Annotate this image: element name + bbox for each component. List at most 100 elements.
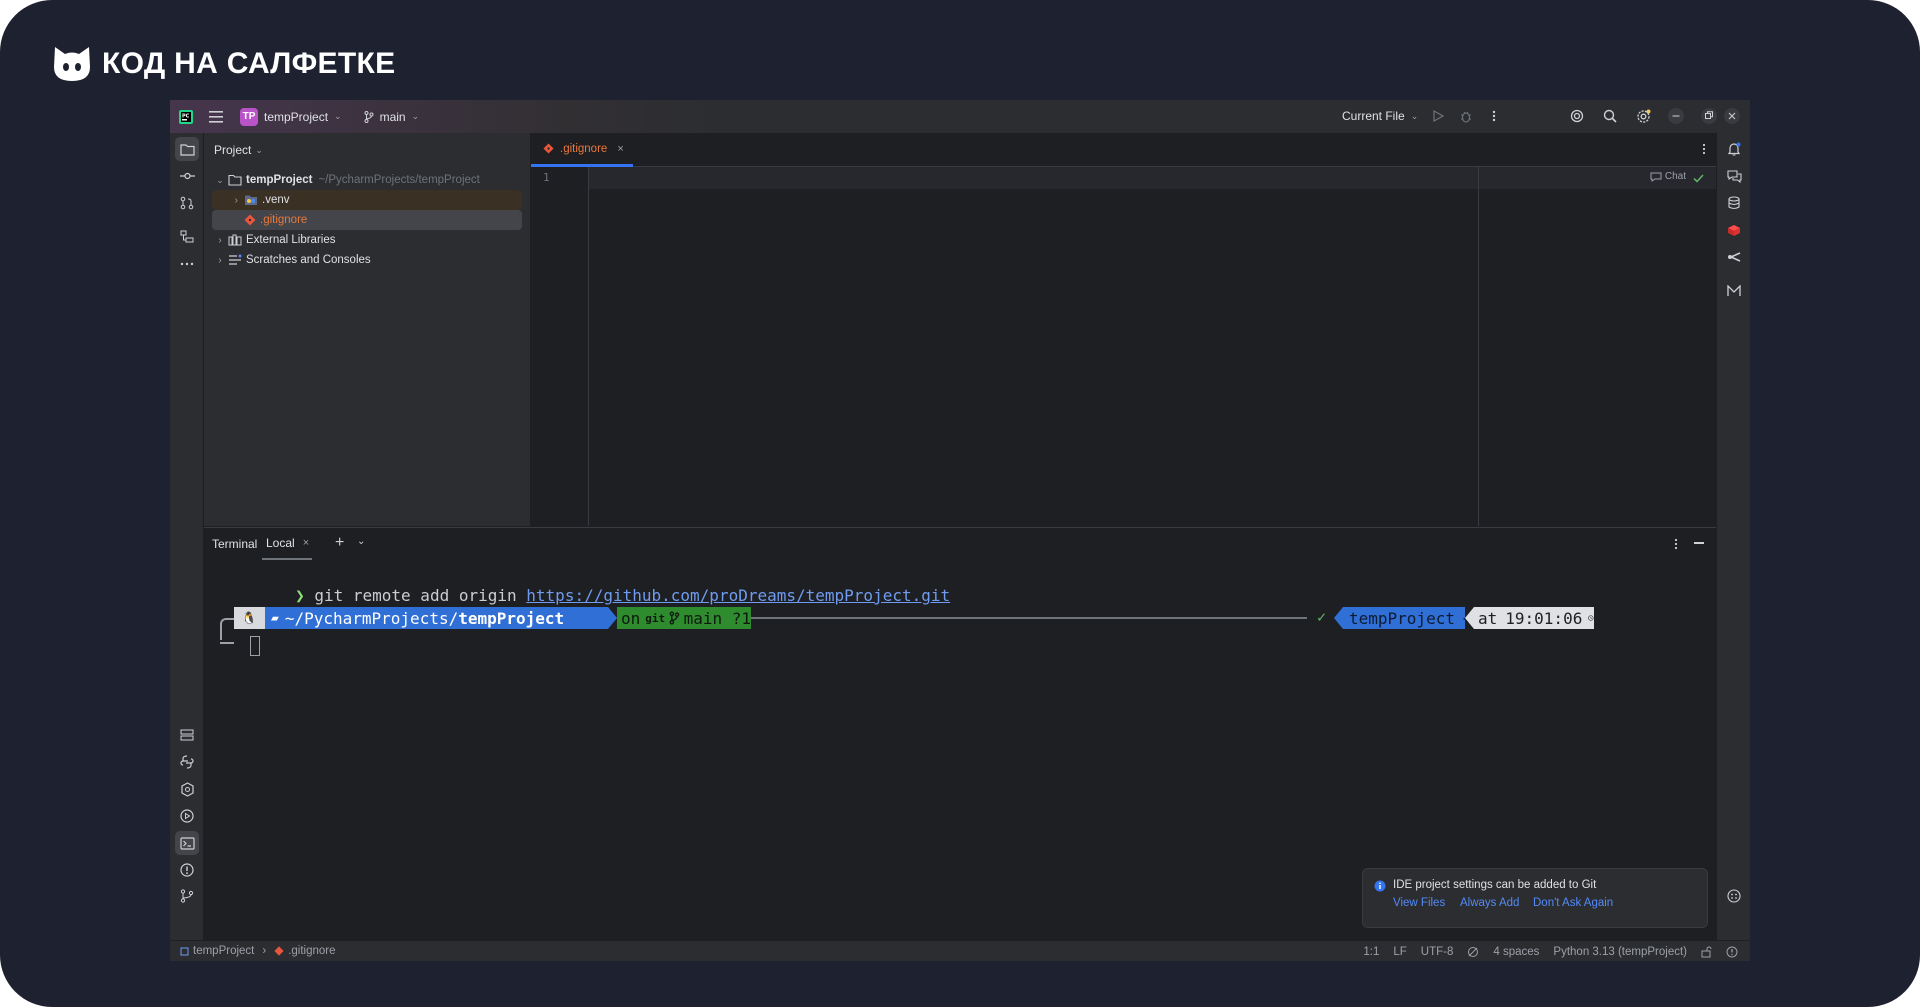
prompt-git-segment: on git main ?1 bbox=[617, 607, 751, 629]
branch-icon bbox=[364, 110, 374, 123]
close-tab-icon[interactable]: × bbox=[303, 537, 309, 549]
indent-setting[interactable]: 4 spaces bbox=[1493, 946, 1539, 958]
line-gutter: 1 bbox=[531, 167, 589, 526]
line-separator[interactable]: LF bbox=[1393, 946, 1406, 958]
dont-ask-again-link[interactable]: Don't Ask Again bbox=[1533, 897, 1613, 909]
caret-position[interactable]: 1:1 bbox=[1363, 946, 1379, 958]
structure-icon[interactable] bbox=[175, 225, 199, 249]
folder-open-icon: ▰ bbox=[271, 610, 279, 626]
project-tool-folder-icon[interactable] bbox=[175, 137, 199, 161]
feedback-smiley-icon[interactable] bbox=[1722, 884, 1746, 908]
chevron-right-icon[interactable]: › bbox=[212, 195, 244, 206]
project-switcher[interactable]: TP tempProject ⌄ bbox=[240, 107, 342, 126]
brand: КОД НА САЛФЕТКЕ bbox=[52, 44, 395, 84]
git-tool-icon[interactable] bbox=[175, 884, 199, 908]
chevron-expanded-icon[interactable]: ⌄ bbox=[212, 175, 228, 186]
ai-status-icon[interactable] bbox=[1467, 946, 1479, 958]
ai-chat-icon[interactable] bbox=[1722, 164, 1746, 188]
debug-icon[interactable] bbox=[1454, 104, 1478, 128]
breadcrumb-project[interactable]: tempProject bbox=[193, 945, 254, 957]
endpoints-icon[interactable] bbox=[1722, 245, 1746, 269]
terminal-header: Terminal Local × + ⌄ bbox=[204, 528, 1716, 560]
chat-bubble-icon bbox=[1650, 172, 1662, 182]
git-file-icon bbox=[244, 214, 256, 226]
tab-more-icon[interactable] bbox=[1702, 143, 1706, 158]
file-encoding[interactable]: UTF-8 bbox=[1421, 946, 1454, 958]
os-linux-icon: 🐧 bbox=[234, 607, 264, 629]
info-icon bbox=[1374, 880, 1386, 892]
terminal-title: Terminal bbox=[212, 537, 258, 551]
tree-item-external-libraries[interactable]: › External Libraries bbox=[212, 230, 522, 250]
brand-name: КОД НА САЛФЕТКЕ bbox=[102, 47, 396, 80]
tree-item-root[interactable]: ⌄ tempProject ~/PycharmProjects/tempProj… bbox=[212, 170, 522, 190]
python-packages-icon[interactable] bbox=[175, 750, 199, 774]
notifications-bell-icon[interactable] bbox=[1722, 137, 1746, 161]
status-bar-widgets: 1:1 LF UTF-8 4 spaces Python 3.13 (tempP… bbox=[1363, 941, 1738, 961]
project-panel-title[interactable]: Project ⌄ bbox=[214, 143, 263, 157]
tree-item-scratches[interactable]: › Scratches and Consoles bbox=[212, 250, 522, 270]
git-file-icon bbox=[543, 143, 554, 154]
unlock-icon[interactable] bbox=[1701, 946, 1712, 958]
run-tool-icon[interactable] bbox=[175, 804, 199, 828]
problems-icon[interactable] bbox=[175, 858, 199, 882]
editor-tab-gitignore[interactable]: .gitignore × bbox=[531, 133, 633, 167]
always-add-link[interactable]: Always Add bbox=[1460, 897, 1519, 909]
more-tools-icon[interactable] bbox=[175, 252, 199, 276]
screenshot-frame: КОД НА САЛФЕТКЕ PC TP tempProject ⌄ main… bbox=[0, 0, 1920, 1007]
prompt-path-segment: ▰ ~/PycharmProjects/tempProject bbox=[264, 607, 608, 629]
python-console-icon[interactable] bbox=[175, 777, 199, 801]
title-bar: PC TP tempProject ⌄ main ⌄ Current File … bbox=[170, 100, 1750, 133]
editor-tab-bar: .gitignore × bbox=[531, 133, 1716, 167]
ai-assistant-icon[interactable] bbox=[1565, 104, 1589, 128]
chevron-down-icon: ⌄ bbox=[1410, 110, 1419, 121]
close-window-icon[interactable] bbox=[1720, 104, 1744, 128]
terminal-tab-local[interactable]: Local × bbox=[262, 528, 312, 560]
chevron-down-icon[interactable]: ⌄ bbox=[357, 536, 365, 547]
tree-item-venv[interactable]: › .venv bbox=[212, 190, 522, 210]
database-icon[interactable] bbox=[1722, 191, 1746, 215]
tree-item-gitignore[interactable]: .gitignore bbox=[212, 210, 522, 230]
inspection-ok-check-icon[interactable] bbox=[1693, 172, 1704, 186]
prompt-time-segment: at 19:01:06 bbox=[1474, 607, 1594, 629]
pycharm-logo-icon[interactable]: PC bbox=[174, 105, 198, 129]
run-icon[interactable] bbox=[1426, 104, 1450, 128]
commit-icon[interactable] bbox=[175, 164, 199, 188]
breadcrumb-file[interactable]: .gitignore bbox=[288, 945, 335, 957]
search-icon[interactable] bbox=[1598, 104, 1622, 128]
pull-requests-icon[interactable] bbox=[175, 191, 199, 215]
chevron-right-icon[interactable]: › bbox=[212, 255, 228, 266]
view-files-link[interactable]: View Files bbox=[1393, 897, 1445, 909]
run-config-selector[interactable]: Current File ⌄ bbox=[1342, 109, 1418, 123]
problems-status-icon[interactable] bbox=[1726, 946, 1738, 958]
hide-panel-icon[interactable] bbox=[1694, 542, 1704, 544]
inline-chat-button[interactable]: Chat bbox=[1650, 171, 1686, 182]
branch-switcher[interactable]: main ⌄ bbox=[364, 110, 419, 124]
terminal-more-icon[interactable] bbox=[1674, 538, 1678, 553]
notification-message: IDE project settings can be added to Git bbox=[1393, 879, 1597, 891]
minimize-icon[interactable] bbox=[1664, 104, 1688, 128]
status-check-icon: ✓ bbox=[1317, 608, 1327, 626]
git-branch-icon bbox=[669, 611, 680, 625]
services-icon[interactable] bbox=[175, 723, 199, 747]
chevron-right-icon[interactable]: › bbox=[212, 235, 228, 246]
project-name: tempProject bbox=[264, 109, 329, 124]
chevron-down-icon: ⌄ bbox=[255, 144, 263, 155]
left-tool-strip bbox=[170, 133, 204, 940]
more-actions-icon[interactable] bbox=[1482, 104, 1506, 128]
python-folder-icon bbox=[245, 195, 257, 205]
command-url-link[interactable]: https://github.com/proDreams/tempProject… bbox=[526, 586, 950, 605]
line-number: 1 bbox=[543, 171, 550, 184]
redis-icon[interactable] bbox=[1722, 218, 1746, 242]
main-menu-icon[interactable] bbox=[204, 105, 228, 129]
python-interpreter[interactable]: Python 3.13 (tempProject) bbox=[1553, 946, 1687, 958]
markdown-icon[interactable] bbox=[1722, 279, 1746, 303]
terminal-tool-icon[interactable] bbox=[175, 831, 199, 855]
run-config-label: Current File bbox=[1342, 109, 1405, 123]
git-file-icon bbox=[274, 946, 284, 956]
status-bar: tempProject › .gitignore 1:1 LF UTF-8 4 … bbox=[170, 940, 1750, 961]
right-tool-strip bbox=[1716, 133, 1750, 940]
restore-icon[interactable] bbox=[1697, 104, 1721, 128]
settings-gear-icon[interactable] bbox=[1631, 104, 1655, 128]
new-tab-plus-icon[interactable]: + bbox=[335, 534, 344, 552]
close-tab-icon[interactable]: × bbox=[617, 143, 623, 155]
